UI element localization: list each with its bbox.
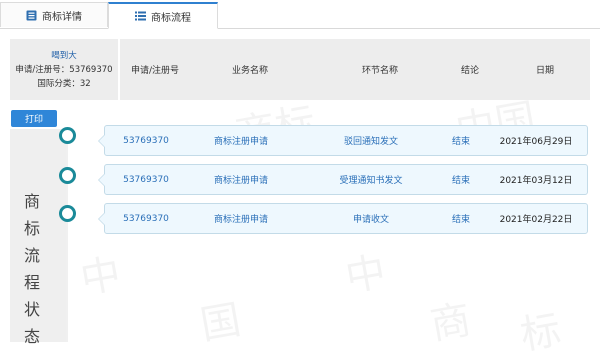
record-business[interactable]: 商标注册申请 <box>191 126 291 155</box>
status-title: 商 标 流 程 状 态 <box>22 188 42 350</box>
tab-trademark-details[interactable]: 商标详情 <box>0 2 108 27</box>
column-header-result: 结论 <box>460 66 479 76</box>
column-header-step: 环节名称 <box>361 66 398 76</box>
record-result[interactable]: 结束 <box>441 165 481 194</box>
timeline-line <box>66 128 68 342</box>
trademark-name[interactable]: 喝到大 <box>51 49 77 63</box>
record-step[interactable]: 驳回通知发文 <box>311 126 431 155</box>
timeline-node-icon <box>59 205 76 222</box>
record-reg-no[interactable]: 53769370 <box>111 165 181 194</box>
timeline-node-icon <box>59 167 76 184</box>
column-header-date: 日期 <box>535 66 554 76</box>
status-title-char: 流 <box>23 246 40 265</box>
flow-record-row: 53769370 商标注册申请 受理通知书发文 结束 2021年03月12日 <box>98 164 588 195</box>
flow-table-header: 喝到大 申请/注册号：53769370 国际分类：32 申请/注册号 业务名称 … <box>10 39 590 100</box>
record-step[interactable]: 受理通知书发文 <box>311 165 431 194</box>
watermark: 国 <box>195 287 244 351</box>
tab-label: 商标详情 <box>42 11 82 23</box>
print-button[interactable]: 打印 <box>11 110 57 127</box>
watermark: 商 <box>425 287 474 351</box>
trademark-info: 喝到大 申请/注册号：53769370 国际分类：32 <box>10 39 120 100</box>
status-title-char: 态 <box>23 327 40 346</box>
flow-record-row: 53769370 商标注册申请 申请收文 结束 2021年02月22日 <box>98 203 588 234</box>
status-title-char: 状 <box>23 300 40 319</box>
tab-trademark-flow[interactable]: 商标流程 <box>108 2 218 29</box>
tab-label: 商标流程 <box>151 12 191 24</box>
record-reg-no[interactable]: 53769370 <box>111 126 181 155</box>
document-list-icon <box>26 10 37 21</box>
watermark: 中 <box>75 241 124 305</box>
record-business[interactable]: 商标注册申请 <box>191 165 291 194</box>
watermark: 中 <box>340 239 389 303</box>
record-date: 2021年02月22日 <box>499 215 573 225</box>
record-business[interactable]: 商标注册申请 <box>191 204 291 233</box>
record-reg-no[interactable]: 53769370 <box>111 204 181 233</box>
international-class: 国际分类：32 <box>37 78 91 89</box>
record-result[interactable]: 结束 <box>441 204 481 233</box>
record-date: 2021年03月12日 <box>499 176 573 186</box>
status-title-char: 标 <box>23 219 40 238</box>
timeline-node-icon <box>59 127 76 144</box>
record-step[interactable]: 申请收文 <box>311 204 431 233</box>
record-date: 2021年06月29日 <box>499 137 573 147</box>
column-header-business: 业务名称 <box>231 66 268 76</box>
status-title-char: 程 <box>23 273 40 292</box>
list-icon <box>135 11 146 21</box>
column-header-reg-no: 申请/注册号 <box>130 66 180 76</box>
status-title-char: 商 <box>23 192 40 211</box>
registration-number: 申请/注册号：53769370 <box>15 64 113 75</box>
watermark: 标 <box>515 297 564 361</box>
flow-record-row: 53769370 商标注册申请 驳回通知发文 结束 2021年06月29日 <box>98 125 588 156</box>
record-result[interactable]: 结束 <box>441 126 481 155</box>
tab-bar: 商标详情 商标流程 <box>0 0 600 29</box>
